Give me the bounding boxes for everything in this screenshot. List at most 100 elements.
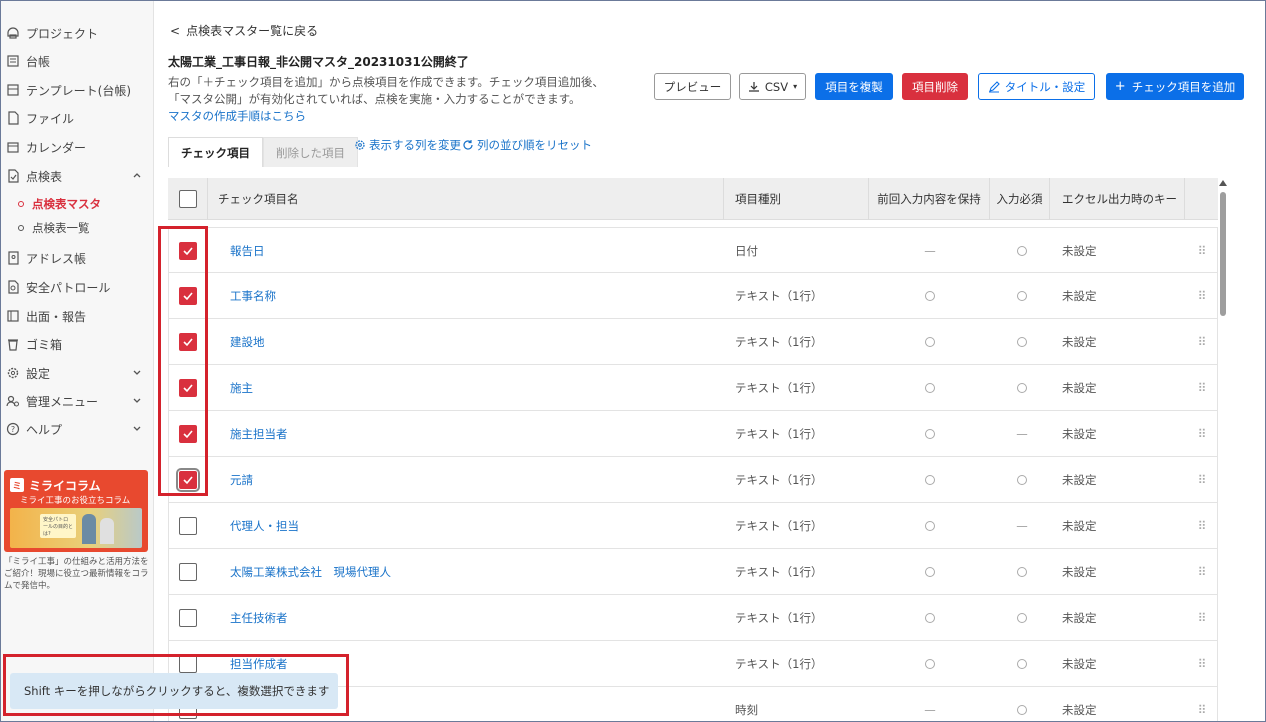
- title-settings-button[interactable]: タイトル・設定: [978, 73, 1095, 100]
- keep-circle-icon: [925, 612, 935, 623]
- item-name[interactable]: 代理人・担当: [230, 503, 710, 548]
- excel-key-value: 未設定: [1062, 243, 1097, 258]
- item-name[interactable]: 元請: [230, 457, 710, 502]
- csv-dropdown-button[interactable]: CSV ▾: [739, 73, 806, 100]
- sidebar-item-label: 台帳: [26, 54, 51, 69]
- duplicate-item-button[interactable]: 項目を複製: [815, 73, 893, 100]
- file-icon: [6, 111, 20, 125]
- preview-button[interactable]: プレビュー: [654, 73, 731, 100]
- sidebar-item-ledger[interactable]: 台帳: [0, 50, 154, 72]
- delete-item-button[interactable]: 項目削除: [902, 73, 968, 100]
- keep-previous-value: [869, 503, 991, 548]
- select-all-checkbox[interactable]: [178, 190, 197, 208]
- change-columns-link[interactable]: 表示する列を変更: [354, 137, 461, 153]
- gear-icon: [355, 140, 365, 150]
- tab-deleted-items[interactable]: 削除した項目: [263, 137, 358, 167]
- drag-handle-icon[interactable]: ⠿: [1195, 411, 1209, 456]
- item-name[interactable]: 建設地: [230, 319, 710, 364]
- drag-handle-icon[interactable]: ⠿: [1195, 365, 1209, 410]
- scrollbar-thumb[interactable]: [1220, 192, 1226, 316]
- drag-handle-icon[interactable]: ⠿: [1195, 503, 1209, 548]
- sidebar-item-admin[interactable]: 管理メニュー: [0, 390, 154, 412]
- sidebar-item-calendar[interactable]: カレンダー: [0, 136, 154, 158]
- column-header-excel-key[interactable]: エクセル出力時のキー: [1050, 178, 1185, 220]
- sidebar-item-project[interactable]: プロジェクト: [0, 22, 154, 44]
- worker-figure: [100, 518, 114, 544]
- sidebar-item-trash[interactable]: ゴミ箱: [0, 333, 154, 355]
- table-row[interactable]: 報告日 日付 — 未設定 ⠿: [168, 227, 1218, 273]
- guide-link[interactable]: マスタの作成手順はこちら: [168, 108, 306, 124]
- column-header-item-type[interactable]: 項目種別: [724, 178, 869, 220]
- table-row[interactable]: 元請 テキスト（1行） 未設定 ⠿: [168, 457, 1218, 503]
- sidebar-subitem-checklist-master[interactable]: 点検表マスタ: [18, 194, 101, 214]
- tab-check-items[interactable]: チェック項目: [168, 137, 263, 167]
- banner-title-text: ミライコラム: [29, 478, 101, 493]
- excel-key-value: 未設定: [1062, 380, 1097, 395]
- sidebar-item-label: 管理メニュー: [26, 394, 99, 409]
- drag-handle-icon[interactable]: ⠿: [1195, 273, 1209, 318]
- item-name[interactable]: 工事名称: [230, 273, 710, 318]
- back-to-master-list-link[interactable]: < 点検表マスター覧に戻る: [170, 22, 318, 39]
- patrol-icon: [6, 280, 20, 294]
- row-checkbox[interactable]: [179, 562, 197, 581]
- sidebar: プロジェクト 台帳 テンプレート(台帳) ファイル カレンダー 点検表 点検表マ…: [0, 0, 154, 722]
- item-type: テキスト（1行）: [735, 472, 823, 487]
- sidebar-item-template[interactable]: テンプレート(台帳): [0, 79, 154, 101]
- banner-illustration: 安全パトロールの目的とは?: [10, 508, 142, 548]
- calendar-icon: [6, 140, 20, 154]
- reset-column-order-link[interactable]: 列の並び順をリセット: [462, 137, 592, 153]
- drag-handle-icon[interactable]: ⠿: [1195, 319, 1209, 364]
- item-name[interactable]: 施主担当者: [230, 411, 710, 456]
- item-name[interactable]: 太陽工業株式会社 現場代理人: [230, 549, 710, 594]
- sidebar-item-patrol[interactable]: 安全パトロール: [0, 276, 154, 298]
- drag-handle-icon[interactable]: ⠿: [1195, 228, 1209, 273]
- column-header-required[interactable]: 入力必須: [990, 178, 1050, 220]
- table-row[interactable]: 建設地 テキスト（1行） 未設定 ⠿: [168, 319, 1218, 365]
- row-checkbox[interactable]: [179, 608, 197, 627]
- sidebar-item-label: ゴミ箱: [26, 337, 63, 352]
- keep-circle-icon: [925, 382, 935, 393]
- table-row[interactable]: 施主担当者 テキスト（1行） — 未設定 ⠿: [168, 411, 1218, 457]
- required-value: [992, 365, 1052, 410]
- sidebar-item-settings[interactable]: 設定: [0, 362, 154, 384]
- item-name[interactable]: 報告日: [230, 228, 710, 273]
- banner-title: ミ ミライコラム: [10, 476, 142, 494]
- column-banner[interactable]: ミ ミライコラム ミライ工事のお役立ちコラム 安全パトロールの目的とは?: [4, 470, 148, 552]
- plus-icon: +: [1114, 79, 1126, 94]
- keep-previous-value: [869, 457, 991, 502]
- drag-handle-icon[interactable]: ⠿: [1195, 457, 1209, 502]
- keep-dash-icon: —: [924, 243, 936, 258]
- add-check-item-button[interactable]: + チェック項目を追加: [1106, 73, 1244, 100]
- sidebar-item-help[interactable]: ? ヘルプ: [0, 418, 154, 440]
- drag-handle-icon[interactable]: ⠿: [1195, 595, 1209, 640]
- required-circle-icon: [1017, 704, 1027, 715]
- sidebar-item-file[interactable]: ファイル: [0, 107, 154, 129]
- table-scrollbar[interactable]: [1219, 180, 1227, 722]
- table-row[interactable]: 施主 テキスト（1行） 未設定 ⠿: [168, 365, 1218, 411]
- excel-key-value: 未設定: [1062, 472, 1097, 487]
- sidebar-subitem-label: 点検表マスタ: [32, 197, 101, 211]
- item-type: テキスト（1行）: [735, 518, 823, 533]
- drag-handle-icon[interactable]: ⠿: [1195, 549, 1209, 594]
- table-row[interactable]: 太陽工業株式会社 現場代理人 テキスト（1行） 未設定 ⠿: [168, 549, 1218, 595]
- drag-handle-icon[interactable]: ⠿: [1195, 641, 1209, 686]
- sidebar-item-label: 安全パトロール: [26, 280, 111, 295]
- sidebar-item-address-book[interactable]: アドレス帳: [0, 247, 154, 269]
- required-value: [992, 273, 1052, 318]
- item-name[interactable]: 主任技術者: [230, 595, 710, 640]
- table-row[interactable]: 工事名称 テキスト（1行） 未設定 ⠿: [168, 273, 1218, 319]
- scroll-up-icon[interactable]: [1219, 180, 1227, 186]
- sidebar-subitem-checklist-list[interactable]: 点検表一覧: [18, 218, 90, 238]
- keep-circle-icon: [925, 336, 935, 347]
- sidebar-item-report[interactable]: 出面・報告: [0, 305, 154, 327]
- table-row[interactable]: 代理人・担当 テキスト（1行） — 未設定 ⠿: [168, 503, 1218, 549]
- table-row[interactable]: 主任技術者 テキスト（1行） 未設定 ⠿: [168, 595, 1218, 641]
- sidebar-item-checklist[interactable]: 点検表: [0, 165, 154, 187]
- drag-handle-icon[interactable]: ⠿: [1195, 687, 1209, 722]
- item-name[interactable]: 施主: [230, 365, 710, 410]
- column-header-keep-previous[interactable]: 前回入力内容を保持: [869, 178, 990, 220]
- item-type: テキスト（1行）: [735, 564, 823, 579]
- row-checkbox[interactable]: [179, 516, 197, 535]
- column-header-item-name[interactable]: チェック項目名: [208, 178, 724, 220]
- sidebar-item-label: 設定: [26, 366, 51, 381]
